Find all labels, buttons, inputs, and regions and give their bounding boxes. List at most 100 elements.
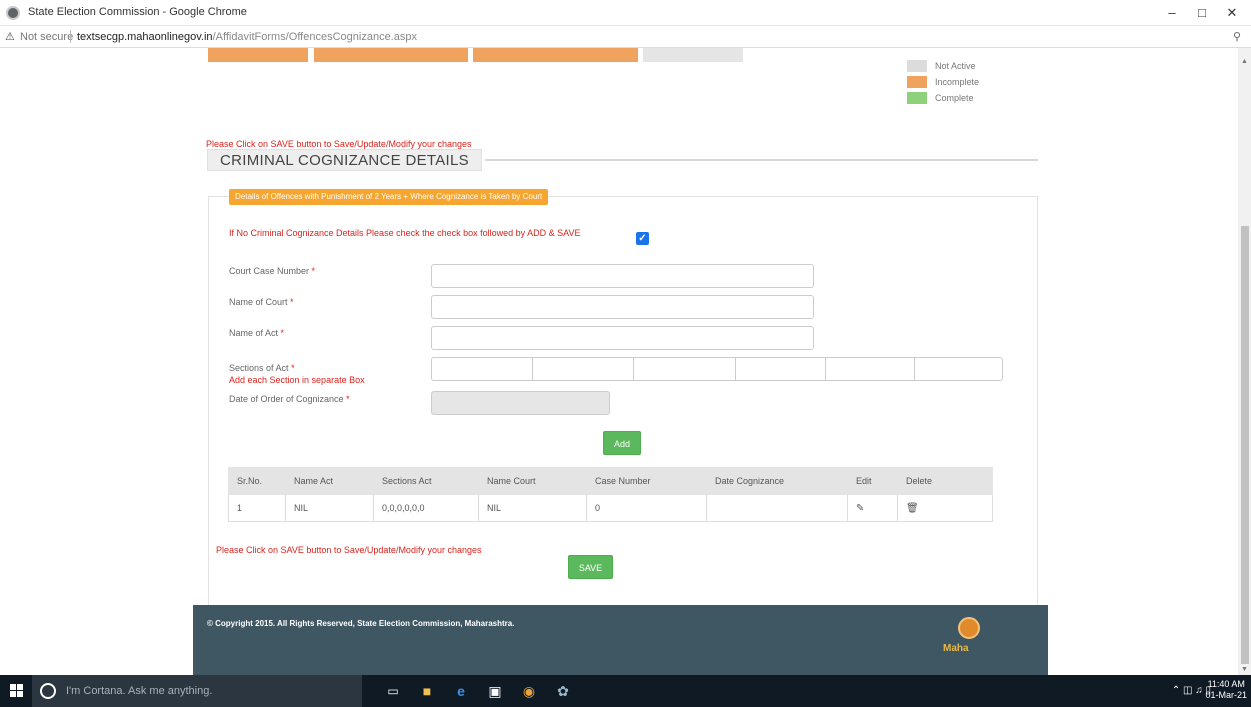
minimize-button[interactable]: –: [1160, 4, 1184, 22]
col-name-act: Name Act: [285, 467, 374, 495]
required-marker: *: [311, 266, 316, 276]
cell-edit: ✎: [847, 494, 898, 522]
save-notice-top: Please Click on SAVE button to Save/Upda…: [206, 139, 472, 149]
add-button[interactable]: Add: [603, 431, 641, 455]
page-footer: © Copyright 2015. All Rights Reserved, S…: [193, 605, 1048, 675]
no-details-label: If No Criminal Cognizance Details Please…: [229, 228, 581, 238]
section-input-5[interactable]: [825, 357, 915, 381]
cell-name-act: NIL: [285, 494, 374, 522]
name-of-court-label: Name of Court *: [229, 297, 294, 307]
vertical-scrollbar[interactable]: ▲ ▼: [1238, 48, 1251, 675]
legend-label: Incomplete: [935, 77, 980, 87]
scroll-up-icon[interactable]: ▲: [1241, 58, 1248, 65]
name-of-act-label: Name of Act *: [229, 328, 284, 338]
label-text: Date of Order of Cognizance: [229, 394, 344, 404]
legend-swatch-incomplete: [907, 76, 927, 88]
step-tab-inactive[interactable]: [643, 48, 743, 62]
security-status[interactable]: Not secure: [20, 31, 73, 43]
cell-sections-act: 0,0,0,0,0,0: [373, 494, 479, 522]
section-divider: [485, 159, 1038, 161]
cortana-placeholder: I'm Cortana. Ask me anything.: [66, 685, 213, 697]
section-input-1[interactable]: [431, 357, 533, 381]
legend-swatch-not-active: [907, 60, 927, 72]
name-of-court-input[interactable]: [431, 295, 814, 319]
copyright-text: © Copyright 2015. All Rights Reserved, S…: [207, 619, 515, 628]
windows-start-icon[interactable]: [10, 684, 24, 698]
windows-taskbar: I'm Cortana. Ask me anything. ▭ ■ e ▣ ◉ …: [0, 675, 1251, 707]
edit-icon[interactable]: ✎: [856, 503, 864, 514]
maha-logo-icon: [958, 617, 980, 639]
sections-of-act-label: Sections of Act *: [229, 363, 295, 373]
page-viewport: Not Active Incomplete Complete Please Cl…: [0, 48, 1251, 675]
col-name-court: Name Court: [478, 467, 587, 495]
cortana-icon: [40, 683, 56, 699]
address-bar[interactable]: ⚠ Not secure textsecgp.mahaonlinegov.in/…: [0, 26, 1251, 48]
no-details-checkbox[interactable]: ✓: [636, 232, 649, 245]
edge-icon[interactable]: e: [452, 682, 470, 700]
zoom-icon[interactable]: ⚲: [1233, 30, 1241, 43]
clock-date: 01-Mar-21: [1205, 690, 1247, 700]
required-marker: *: [346, 394, 350, 404]
status-legend: Not Active Incomplete Complete: [907, 58, 979, 106]
warning-icon: ⚠: [5, 31, 15, 43]
cortana-search-box[interactable]: I'm Cortana. Ask me anything.: [32, 675, 362, 707]
url-text[interactable]: textsecgp.mahaonlinegov.in/AffidavitForm…: [77, 31, 417, 43]
court-case-number-input[interactable]: [431, 264, 814, 288]
browser-titlebar: State Election Commission - Google Chrom…: [0, 0, 1251, 26]
section-input-2[interactable]: [532, 357, 634, 381]
section-input-6[interactable]: [914, 357, 1003, 381]
file-explorer-icon[interactable]: ■: [418, 682, 436, 700]
required-marker: *: [291, 363, 295, 373]
cell-sr-no: 1: [228, 494, 286, 522]
label-text: Name of Act: [229, 328, 279, 338]
legend-item: Not Active: [907, 58, 979, 74]
section-input-3[interactable]: [633, 357, 736, 381]
label-text: Name of Court: [229, 297, 288, 307]
date-of-order-input[interactable]: [431, 391, 610, 415]
sections-hint: Add each Section in separate Box: [229, 375, 365, 385]
court-case-number-label: Court Case Number *: [229, 266, 315, 276]
task-view-icon[interactable]: ▭: [384, 682, 402, 700]
store-icon[interactable]: ▣: [486, 682, 504, 700]
required-marker: *: [280, 328, 285, 338]
url-path: /AffidavitForms/OffencesCognizance.aspx: [212, 31, 417, 43]
step-tab-active[interactable]: [473, 48, 638, 62]
restore-button[interactable]: □: [1190, 4, 1214, 22]
logo-text: Maha: [943, 643, 969, 654]
col-edit: Edit: [847, 467, 898, 495]
table-row: 1 NIL 0,0,0,0,0,0 NIL 0 ✎ 🗑: [228, 494, 993, 522]
col-delete: Delete: [897, 467, 993, 495]
cell-case-number: 0: [586, 494, 707, 522]
url-host: textsecgp.mahaonlinegov.in: [77, 31, 213, 43]
step-tab-complete[interactable]: [208, 48, 308, 62]
save-notice-bottom: Please Click on SAVE button to Save/Upda…: [216, 545, 482, 555]
cell-name-court: NIL: [478, 494, 587, 522]
scrollbar-thumb[interactable]: [1241, 226, 1249, 664]
table-header-row: Sr.No. Name Act Sections Act Name Court …: [228, 467, 993, 495]
label-text: Sections of Act: [229, 363, 289, 373]
scroll-down-icon[interactable]: ▼: [1241, 666, 1248, 673]
clock-time: 11:40 AM: [1207, 679, 1245, 689]
name-of-act-input[interactable]: [431, 326, 814, 350]
col-sections-act: Sections Act: [373, 467, 479, 495]
taskbar-clock[interactable]: 11:40 AM 01-Mar-21: [1205, 679, 1247, 701]
save-button[interactable]: SAVE: [568, 555, 613, 579]
trash-icon[interactable]: 🗑: [906, 503, 919, 514]
close-button[interactable]: ✕: [1220, 4, 1244, 22]
window-title: State Election Commission - Google Chrom…: [28, 6, 247, 18]
legend-item: Incomplete: [907, 74, 979, 90]
step-tab-incomplete[interactable]: [314, 48, 468, 62]
chrome-taskbar-icon[interactable]: ◉: [520, 682, 538, 700]
col-date-cognizance: Date Cognizance: [706, 467, 848, 495]
date-of-order-label: Date of Order of Cognizance *: [229, 394, 350, 404]
section-title: CRIMINAL COGNIZANCE DETAILS: [207, 149, 482, 171]
legend-swatch-complete: [907, 92, 927, 104]
address-separator: [70, 30, 71, 43]
cell-delete: 🗑: [897, 494, 993, 522]
cell-date-cognizance: [706, 494, 848, 522]
legend-label: Not Active: [935, 61, 976, 71]
app-icon[interactable]: ✿: [554, 682, 572, 700]
cognizance-table: Sr.No. Name Act Sections Act Name Court …: [228, 467, 993, 522]
legend-item: Complete: [907, 90, 979, 106]
section-input-4[interactable]: [735, 357, 826, 381]
